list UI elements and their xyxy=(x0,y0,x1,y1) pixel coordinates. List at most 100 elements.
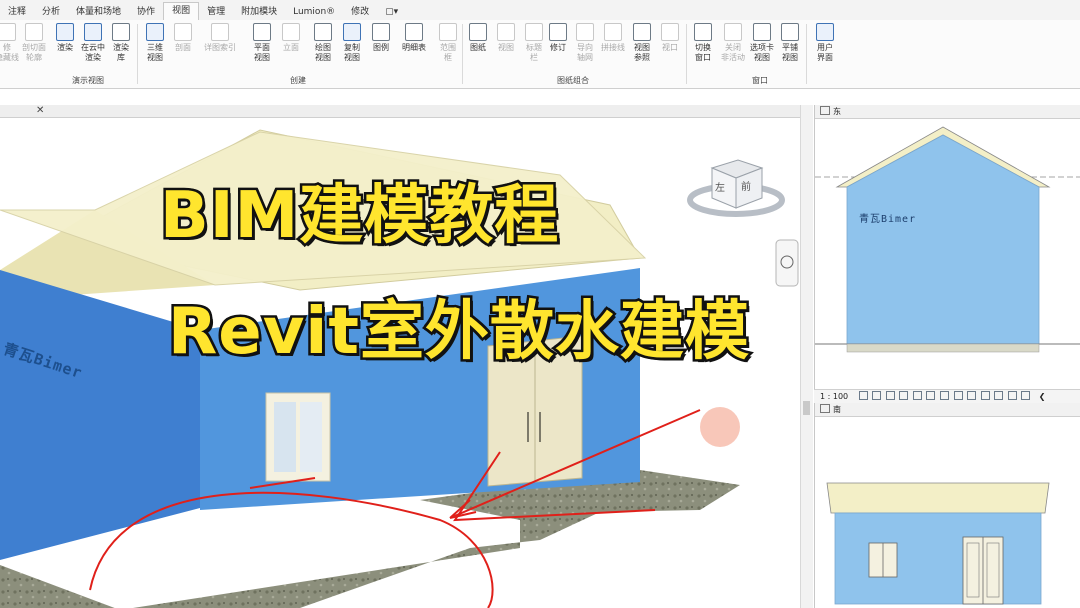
ribbon-tab-4[interactable]: 视图 xyxy=(163,2,200,20)
scale-label[interactable]: 1 : 100 xyxy=(820,392,848,401)
revision-icon xyxy=(549,23,567,41)
view-control-bar: 1 : 100 ❮ xyxy=(814,389,1080,404)
ribbon-tab-3[interactable]: 协作 xyxy=(129,4,163,20)
3d-view-button[interactable]: 三维 视图 xyxy=(140,23,170,63)
duplicate-view-icon xyxy=(343,23,361,41)
render-button[interactable]: 渲染 xyxy=(50,23,80,53)
ribbon-tab-2[interactable]: 体量和场地 xyxy=(68,4,129,20)
legend-button[interactable]: 图例 xyxy=(366,23,396,53)
elevation-button[interactable]: 立面 xyxy=(276,23,306,53)
temp-hide-icon[interactable] xyxy=(939,391,949,400)
render-cloud-button[interactable]: 在云中 渲染 xyxy=(78,23,108,63)
elevation-view-icon xyxy=(820,404,830,413)
view-reference-button[interactable]: 视图 参照 xyxy=(627,23,657,63)
shadows-icon[interactable] xyxy=(899,391,909,400)
section-profile-button[interactable]: 剖切面 轮廓 xyxy=(19,23,49,63)
matchline-icon xyxy=(604,23,622,41)
duplicate-view-button[interactable]: 复制 视图 xyxy=(337,23,367,63)
guide-grid-icon xyxy=(576,23,594,41)
switch-window-icon xyxy=(694,23,712,41)
plan-view-button[interactable]: 平面 视图 xyxy=(247,23,277,63)
vertical-scrollbar[interactable] xyxy=(800,105,813,608)
close-view-icon[interactable]: ✕ xyxy=(36,105,44,117)
section-icon xyxy=(174,23,192,41)
plan-view-icon xyxy=(253,23,271,41)
group-separator xyxy=(137,24,138,84)
view-reference-icon xyxy=(633,23,651,41)
overlay-title-line1: BIM建模教程 xyxy=(157,177,560,256)
viewcube-front-label[interactable]: 前 xyxy=(741,178,751,193)
south-elevation-panel[interactable]: 南 xyxy=(814,403,1080,608)
window-pane xyxy=(300,402,322,472)
chevron-left-icon[interactable]: ❮ xyxy=(1039,392,1046,401)
scrollbar-thumb[interactable] xyxy=(803,401,810,415)
sheet-icon xyxy=(469,23,487,41)
drafting-view-button[interactable]: 绘图 视图 xyxy=(308,23,338,63)
ribbon-tab-9[interactable]: ▢▾ xyxy=(377,7,406,20)
crop-view-icon[interactable] xyxy=(912,391,922,400)
overlay-title-line2: Revit室外散水建模 xyxy=(166,293,752,372)
revisions-button[interactable]: 修订 xyxy=(543,23,573,53)
callout-icon xyxy=(211,23,229,41)
visual-style-icon[interactable] xyxy=(872,391,882,400)
highlight-icon[interactable] xyxy=(980,391,990,400)
window-pane xyxy=(274,402,296,472)
elevation-icon xyxy=(282,23,300,41)
view-tab-bar xyxy=(0,105,812,118)
tab-views-icon xyxy=(753,23,771,41)
show-crop-icon[interactable] xyxy=(926,391,936,400)
sheet-button[interactable]: 图纸 xyxy=(463,23,493,53)
ribbon-tab-5[interactable]: 管理 xyxy=(199,4,233,20)
user-interface-icon xyxy=(816,23,834,41)
scope-box-icon xyxy=(439,23,457,41)
legend-icon xyxy=(372,23,390,41)
callout-button[interactable]: 详图索引 xyxy=(202,23,238,53)
tile-views-icon xyxy=(781,23,799,41)
render-gallery-button[interactable]: 渲染 库 xyxy=(106,23,136,63)
east-elevation-panel[interactable]: 东 青瓦Bimer xyxy=(814,105,1080,389)
ribbon-tab-8[interactable]: 修改 xyxy=(343,4,377,20)
place-view-button[interactable]: 视图 xyxy=(491,23,521,53)
group-label-sheet: 图纸组合 xyxy=(557,76,589,85)
east-elevation-drawing xyxy=(815,126,1080,353)
ribbon-tab-7[interactable]: Lumion® xyxy=(285,7,343,20)
section-profile-icon xyxy=(25,23,43,41)
viewports-button[interactable]: 视口 xyxy=(655,23,685,53)
house-3d-icon xyxy=(146,23,164,41)
constraints-icon[interactable] xyxy=(994,391,1004,400)
group-label-presentation: 演示视图 xyxy=(72,76,104,85)
section-button[interactable]: 剖面 xyxy=(168,23,198,53)
ribbon-tab-1[interactable]: 分析 xyxy=(34,4,68,20)
matchline-button[interactable]: 拼接线 xyxy=(597,23,629,53)
link-icon[interactable] xyxy=(1021,391,1031,400)
south-elevation-drawing xyxy=(826,482,1050,605)
guide-grid-button[interactable]: 导向 轴网 xyxy=(570,23,600,63)
group-separator xyxy=(686,24,687,84)
south-elevation-header: 南 xyxy=(815,403,1080,417)
hidden-line-icon xyxy=(0,23,16,41)
east-elevation-header: 东 xyxy=(815,105,1080,119)
ribbon-tab-6[interactable]: 附加模块 xyxy=(233,4,285,20)
ribbon-tab-0[interactable]: 注释 xyxy=(0,4,34,20)
navigation-bar xyxy=(775,239,799,287)
viewcube-left-label[interactable]: 左 xyxy=(715,179,725,194)
cloud-teapot-icon xyxy=(84,23,102,41)
lightbulb-icon[interactable] xyxy=(1007,391,1017,400)
viewport-icon xyxy=(661,23,679,41)
user-interface-button[interactable]: 用户 界面 xyxy=(810,23,840,63)
drafting-view-icon xyxy=(314,23,332,41)
tile-views-button[interactable]: 平铺 视图 xyxy=(775,23,805,63)
tab-views-button[interactable]: 选项卡 视图 xyxy=(745,23,779,63)
analysis-icon[interactable] xyxy=(967,391,977,400)
scope-box-button[interactable]: 范围 框 xyxy=(433,23,463,63)
sun-path-icon[interactable] xyxy=(885,391,895,400)
switch-windows-button[interactable]: 切换 窗口 xyxy=(688,23,718,63)
teapot-icon xyxy=(56,23,74,41)
gallery-icon xyxy=(112,23,130,41)
ribbon-panel: 修 隐藏线 剖切面 轮廓 渲染 在云中 渲染 渲染 库 演示视图 三维 视图 剖… xyxy=(0,20,1080,89)
title-block-icon xyxy=(525,23,543,41)
detail-level-icon[interactable] xyxy=(858,391,868,400)
reveal-hidden-icon[interactable] xyxy=(953,391,963,400)
group-label-window: 窗口 xyxy=(752,76,768,85)
schedules-button[interactable]: 明细表 xyxy=(397,23,431,53)
